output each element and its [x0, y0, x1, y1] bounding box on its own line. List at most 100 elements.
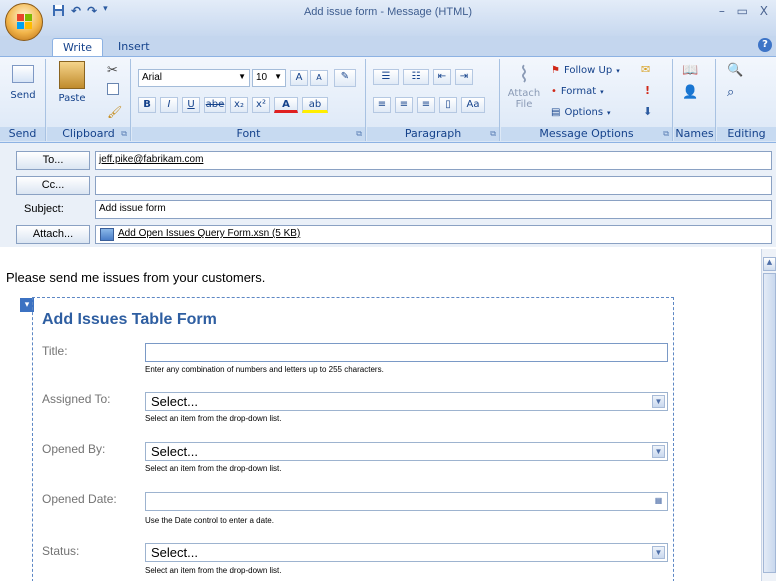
clear-formatting-icon[interactable]: ✎: [334, 69, 356, 87]
opened-by-value: Select...: [151, 444, 198, 459]
font-size-dropdown[interactable]: 10 ▼: [252, 69, 286, 87]
help-icon[interactable]: ?: [758, 38, 772, 52]
flag-icon: ⚑: [551, 65, 560, 76]
group-clipboard: Paste ✂ 🖌 Clipboard ⧉: [47, 59, 131, 141]
options-icon: ▤: [551, 107, 561, 118]
find-icon[interactable]: 🔍: [727, 63, 743, 78]
send-button-label: Send: [10, 90, 36, 101]
scroll-thumb[interactable]: [763, 273, 776, 573]
dialog-launcher-icon[interactable]: ⧉: [121, 129, 127, 139]
superscript-button[interactable]: x²: [252, 97, 270, 113]
vertical-scrollbar[interactable]: ▲: [761, 249, 776, 581]
cc-field[interactable]: [95, 176, 772, 195]
group-label-clipboard: Clipboard ⧉: [47, 127, 130, 141]
bold-button[interactable]: B: [138, 97, 156, 113]
font-name-dropdown[interactable]: Arial ▼: [138, 69, 250, 87]
redo-icon[interactable]: ↷: [87, 4, 97, 20]
chevron-down-icon: ▼: [274, 72, 282, 81]
customize-qat-icon[interactable]: ▾: [103, 4, 108, 20]
status-dropdown[interactable]: Select... ▼: [145, 543, 668, 562]
attach-file-button[interactable]: ⌇ Attach File: [505, 63, 543, 110]
chevron-down-icon: ▾: [616, 66, 620, 75]
attachment-field[interactable]: Add Open Issues Query Form.xsn (5 KB): [95, 225, 772, 244]
shrink-font-button[interactable]: A: [310, 70, 328, 86]
tab-write[interactable]: Write: [52, 38, 104, 56]
opened-date-input[interactable]: ▦: [145, 492, 668, 511]
opened-by-dropdown[interactable]: Select... ▼: [145, 442, 668, 461]
undo-icon[interactable]: ↶: [71, 4, 81, 20]
send-button[interactable]: Send: [6, 65, 40, 101]
to-button[interactable]: To...: [16, 151, 90, 170]
chevron-down-icon: ▾: [607, 108, 611, 117]
check-names-icon[interactable]: 👤: [682, 85, 698, 100]
font-size-value: 10: [256, 72, 268, 83]
subscript-button[interactable]: x₂: [230, 97, 248, 113]
save-icon[interactable]: [52, 4, 65, 20]
format-painter-icon[interactable]: 🖌: [107, 105, 122, 119]
numbering-icon[interactable]: ☷: [403, 69, 429, 85]
grow-font-button[interactable]: A: [290, 70, 308, 86]
attachment-link[interactable]: Add Open Issues Query Form.xsn (5 KB): [118, 228, 300, 239]
copy-icon[interactable]: [107, 83, 119, 95]
send-icon: [12, 65, 34, 83]
field-hint-title: Enter any combination of numbers and let…: [145, 365, 384, 374]
options-button[interactable]: ▤ Options ▾: [551, 107, 611, 118]
group-editing: 🔍 ⌕ Editing: [717, 59, 776, 141]
attach-button[interactable]: Attach...: [16, 225, 90, 244]
italic-button[interactable]: I: [160, 97, 178, 113]
group-label-editing: Editing: [717, 127, 776, 141]
text-box-icon[interactable]: ▯: [439, 97, 457, 113]
follow-up-button[interactable]: ⚑ Follow Up ▾: [551, 65, 620, 76]
field-hint-status: Select an item from the drop-down list.: [145, 566, 282, 575]
bullets-icon[interactable]: ☰: [373, 69, 399, 85]
align-right-icon[interactable]: ≡: [417, 97, 435, 113]
dialog-launcher-icon[interactable]: ⧉: [356, 129, 362, 139]
dialog-launcher-icon[interactable]: ⧉: [490, 129, 496, 139]
paragraph-row-1: ☰ ☷ ⇤ ⇥: [373, 69, 473, 85]
chevron-down-icon: ▾: [600, 87, 604, 96]
group-label-names: Names: [674, 127, 715, 141]
message-window: Add issue form - Message (HTML) ↶ ↷ ▾ – …: [0, 0, 776, 581]
highlight-button[interactable]: ab: [302, 97, 328, 113]
follow-up-label: Follow Up: [563, 65, 613, 76]
field-label-opened-date: Opened Date:: [42, 492, 117, 506]
calendar-icon[interactable]: ▦: [652, 495, 665, 508]
paste-button[interactable]: Paste: [55, 61, 89, 104]
assigned-to-dropdown[interactable]: Select... ▼: [145, 392, 668, 411]
align-center-icon[interactable]: ≡: [395, 97, 413, 113]
infopath-form-frame: [32, 297, 674, 581]
message-body[interactable]: Please send me issues from your customer…: [0, 249, 760, 581]
strikethrough-button[interactable]: abe: [204, 97, 226, 113]
dialog-launcher-icon[interactable]: ⧉: [663, 129, 669, 139]
font-name-value: Arial: [142, 72, 163, 83]
scroll-up-icon[interactable]: ▲: [763, 257, 776, 271]
attach-label-2: File: [515, 99, 533, 110]
cut-icon[interactable]: ✂: [107, 63, 118, 78]
field-hint-assigned-to: Select an item from the drop-down list.: [145, 414, 282, 423]
chevron-down-icon: ▼: [652, 445, 665, 458]
message-envelope-icon[interactable]: ✉: [641, 63, 650, 76]
office-button[interactable]: [5, 3, 43, 41]
align-left-icon[interactable]: ≡: [373, 97, 391, 113]
style-icon[interactable]: Aa: [461, 97, 485, 113]
font-color-button[interactable]: A: [274, 97, 298, 113]
chevron-down-icon: ▼: [238, 72, 246, 81]
subject-field[interactable]: Add issue form: [95, 200, 772, 219]
cc-button[interactable]: Cc...: [16, 176, 90, 195]
tab-insert[interactable]: Insert: [108, 38, 160, 56]
to-field[interactable]: jeff.pike@fabrikam.com: [95, 151, 772, 170]
chevron-down-icon: ▼: [652, 546, 665, 559]
title-input[interactable]: [145, 343, 668, 362]
format-button[interactable]: • Format ▾: [551, 86, 604, 97]
font-format-row: B I U abe x₂ x² A ab: [138, 97, 328, 113]
group-label-paragraph: Paragraph ⧉: [367, 127, 499, 141]
address-book-icon[interactable]: 📖: [682, 63, 698, 78]
window-controls[interactable]: – ▭ X: [719, 4, 772, 18]
decrease-indent-icon[interactable]: ⇤: [433, 69, 451, 85]
group-font: Arial ▼ 10 ▼ A A ✎ B I U abe x₂ x² A ab Fo…: [132, 59, 366, 141]
replace-icon[interactable]: ⌕: [727, 85, 734, 100]
importance-high-icon[interactable]: !: [645, 84, 650, 97]
increase-indent-icon[interactable]: ⇥: [455, 69, 473, 85]
underline-button[interactable]: U: [182, 97, 200, 113]
importance-low-icon[interactable]: ⬇: [643, 105, 652, 118]
